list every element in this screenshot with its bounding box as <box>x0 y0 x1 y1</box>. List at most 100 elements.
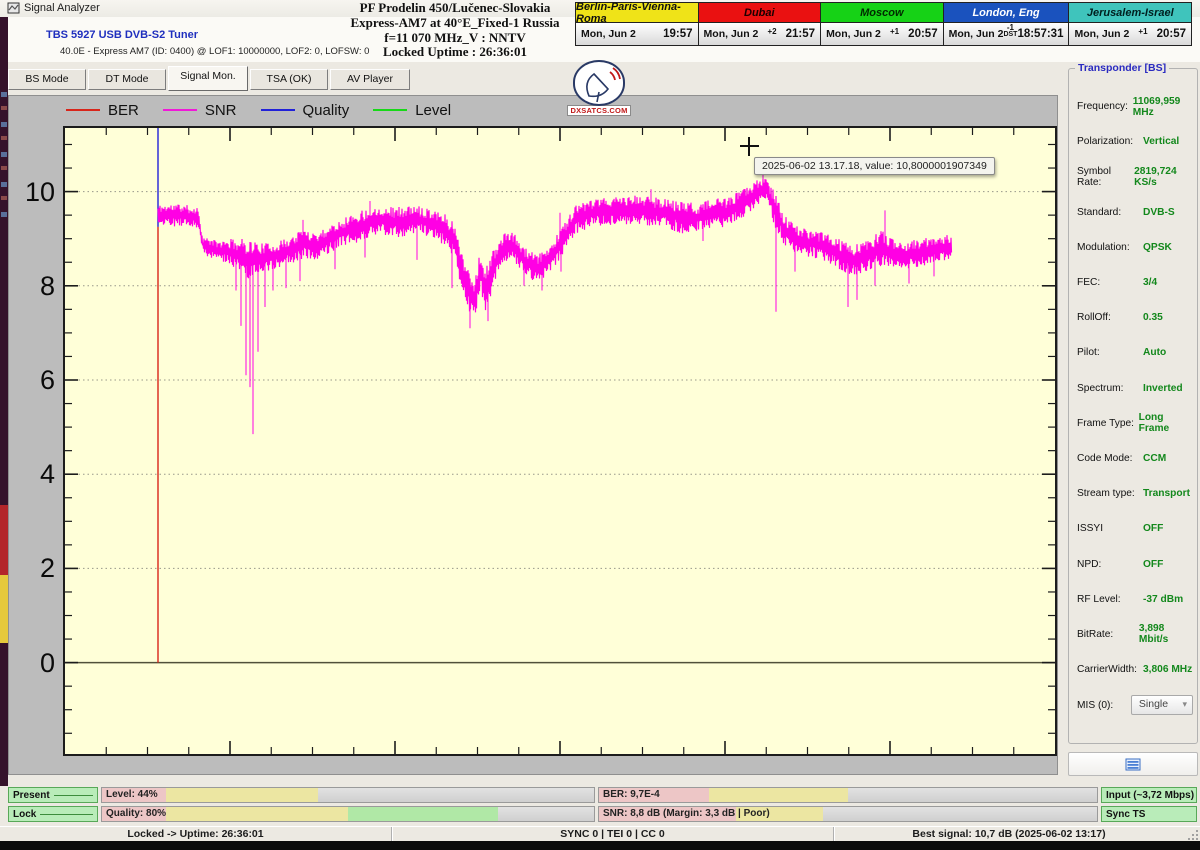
status-bar: Locked -> Uptime: 26:36:01 SYNC 0 | TEI … <box>0 826 1200 841</box>
taskbar-strip <box>0 841 1200 850</box>
transport-stream-button[interactable] <box>1068 752 1198 776</box>
data-point-tooltip: 2025-06-02 13.17.18, value: 10,800000190… <box>754 157 995 175</box>
tp-row-bitrate: BitRate:3,898 Mbit/s <box>1077 617 1193 652</box>
clock-city-label: Dubai <box>699 3 821 23</box>
clock-date: Mon, Jun 2 <box>704 28 759 40</box>
clock-time: 20:57 <box>908 28 937 40</box>
status-best-signal: Best signal: 10,7 dB (2025-06-02 13:17) <box>834 827 1184 841</box>
tp-row-frequency: Frequency:11069,959 MHz <box>1077 89 1193 124</box>
legend-item-quality: Quality <box>261 102 350 119</box>
clock-dst: DST <box>1003 31 1017 38</box>
crosshair-cursor <box>748 137 750 156</box>
tp-row-modulation: Modulation:QPSK <box>1077 230 1193 265</box>
clock-city-label: London, Eng <box>944 3 1069 23</box>
legend-label: BER <box>108 102 139 119</box>
transponder-groupbox: Transponder [BS] Frequency:11069,959 MHz… <box>1068 68 1198 744</box>
clock-time: 18:57:31 <box>1017 28 1063 40</box>
tab-bs-mode[interactable]: BS Mode <box>8 69 86 90</box>
level-bar: Level: 44% <box>101 787 595 803</box>
resize-grip[interactable] <box>1187 829 1198 840</box>
tp-row-issyi: ISSYIOFF <box>1077 511 1193 546</box>
station-line-1: PF Prodelin 450/Lučenec-Slovakia <box>290 1 620 16</box>
snr-bar: SNR: 8,8 dB (Margin: 3,3 dB | Poor) <box>598 806 1098 822</box>
legend-label: Level <box>415 102 451 119</box>
satellite-dish-icon <box>573 60 625 106</box>
clock-time: 21:57 <box>786 28 815 40</box>
status-lock-uptime: Locked -> Uptime: 26:36:01 <box>0 827 392 841</box>
clock-jerusalem: Jerusalem-Israel Mon, Jun 2 +1 20:57 <box>1069 3 1191 45</box>
signal-analyzer-window: Signal Analyzer TBS 5927 USB DVB-S2 Tune… <box>0 0 1200 850</box>
station-line-2: Express-AM7 at 40°E_Fixed-1 Russia <box>290 16 620 31</box>
y-tick-label: 0 <box>11 648 55 678</box>
legend-label: SNR <box>205 102 237 119</box>
tp-row-mis: MIS (0): Single ▾ <box>1077 693 1193 717</box>
clock-offset: +2 <box>758 28 785 35</box>
clock-time: 20:57 <box>1157 28 1186 40</box>
legend-item-ber: BER <box>66 102 139 119</box>
tp-row-npd: NPD:OFF <box>1077 546 1193 581</box>
tp-row-pilot: Pilot:Auto <box>1077 335 1193 370</box>
ber-bar: BER: 9,7E-4 <box>598 787 1098 803</box>
clock-berlin: Berlin-Paris-Vienna-Roma Mon, Jun 2 19:5… <box>576 3 699 45</box>
quality-line-swatch <box>261 109 295 111</box>
tp-row-stream-type: Stream type:Transport <box>1077 476 1193 511</box>
tp-row-rolloff: RollOff:0.35 <box>1077 300 1193 335</box>
tp-row-fec: FEC:3/4 <box>1077 265 1193 300</box>
lock-indicator: Lock <box>8 806 98 822</box>
groupbox-title: Transponder [BS] <box>1075 62 1169 74</box>
tp-row-code-mode: Code Mode:CCM <box>1077 441 1193 476</box>
snr-trend-plot[interactable] <box>63 126 1057 756</box>
tp-row-spectrum: Spectrum:Inverted <box>1077 371 1193 406</box>
tp-row-frame-type: Frame Type:Long Frame <box>1077 406 1193 441</box>
clock-moscow: Moscow Mon, Jun 2 +1 20:57 <box>821 3 944 45</box>
clock-city-label: Berlin-Paris-Vienna-Roma <box>576 3 698 23</box>
desktop-icons-sliver <box>1 92 7 222</box>
station-header: PF Prodelin 450/Lučenec-Slovakia Express… <box>290 1 620 60</box>
transponder-panel: Transponder [BS] Frequency:11069,959 MHz… <box>1058 62 1200 786</box>
clock-offset: +1 <box>881 28 908 35</box>
tab-tsa[interactable]: TSA (OK) <box>250 69 328 90</box>
status-sync-counters: SYNC 0 | TEI 0 | CC 0 <box>392 827 834 841</box>
quality-bar: Quality: 80% <box>101 806 595 822</box>
clock-city-label: Moscow <box>821 3 943 23</box>
tab-av-player[interactable]: AV Player <box>330 69 410 90</box>
tp-row-symbol-rate: Symbol Rate:2819,724 KS/s <box>1077 159 1193 194</box>
chevron-down-icon: ▾ <box>1182 699 1187 710</box>
clock-date: Mon, Jun 2 <box>581 28 636 40</box>
ber-line-swatch <box>66 109 100 111</box>
y-tick-label: 6 <box>11 365 55 395</box>
mis-dropdown[interactable]: Single ▾ <box>1131 695 1193 715</box>
sync-ts-indicator: Sync TS <box>1101 806 1197 822</box>
signal-chart-panel: BER SNR Quality Level 0246810 2025-06-02… <box>8 95 1058 775</box>
tp-row-rf-level: RF Level:-37 dBm <box>1077 582 1193 617</box>
logo-caption: DXSATCS.COM <box>567 105 631 116</box>
legend-item-snr: SNR <box>163 102 237 119</box>
app-icon <box>7 2 20 14</box>
window-title: Signal Analyzer <box>24 2 100 14</box>
clock-offset: -1 <box>1003 24 1017 31</box>
background-window-edge <box>0 17 8 850</box>
tp-row-carrier-width: CarrierWidth:3,806 MHz <box>1077 652 1193 687</box>
y-tick-label: 8 <box>11 271 55 301</box>
clock-date: Mon, Jun 2 <box>826 28 881 40</box>
y-tick-label: 4 <box>11 459 55 489</box>
clock-city-label: Jerusalem-Israel <box>1069 3 1191 23</box>
tab-dt-mode[interactable]: DT Mode <box>88 69 166 90</box>
snr-line-swatch <box>163 109 197 111</box>
station-line-4: Locked Uptime : 26:36:01 <box>290 45 620 60</box>
tab-signal-mon[interactable]: Signal Mon. <box>168 66 248 91</box>
station-line-3: f=11 070 MHz_V : NNTV <box>290 31 620 46</box>
present-indicator: Present <box>8 787 98 803</box>
clock-time: 19:57 <box>663 28 692 40</box>
tab-band: BS Mode DT Mode Signal Mon. TSA (OK) AV … <box>8 62 1058 95</box>
level-line-swatch <box>373 109 407 111</box>
yellow-strip <box>0 575 8 643</box>
clock-london: London, Eng Mon, Jun 2 -1DST 18:57:31 <box>944 3 1070 45</box>
clock-offset: +1 <box>1129 28 1156 35</box>
dxsatcs-logo: DXSATCS.COM <box>567 60 631 118</box>
indicator-bars: Present Level: 44% BER: 9,7E-4 Input (~3… <box>0 786 1200 826</box>
ts-list-icon <box>1125 758 1141 771</box>
tp-row-polarization: Polarization:Vertical <box>1077 124 1193 159</box>
chart-legend: BER SNR Quality Level <box>66 99 451 121</box>
legend-label: Quality <box>303 102 350 119</box>
